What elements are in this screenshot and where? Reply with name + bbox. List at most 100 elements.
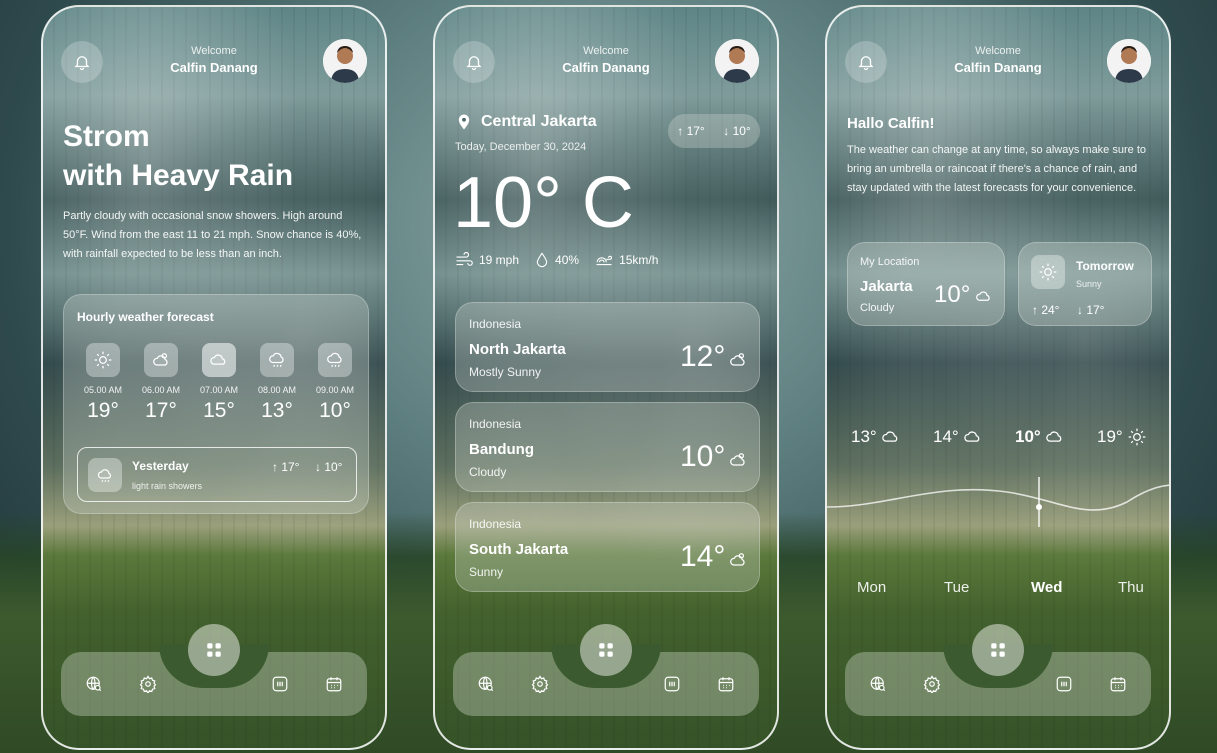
my-location-condition: Cloudy xyxy=(860,302,895,314)
top-bar: Welcome Calfin Danang xyxy=(845,39,1151,83)
city-condition: Cloudy xyxy=(469,465,507,479)
rain-cloud-icon xyxy=(267,350,287,370)
hourly-temp: 17° xyxy=(145,399,177,422)
hourly-temp: 15° xyxy=(203,399,235,422)
bottom-nav xyxy=(453,624,759,716)
calendar-icon xyxy=(325,675,343,693)
nav-calendar-button[interactable] xyxy=(323,673,345,695)
partly-cloudy-icon xyxy=(728,350,748,370)
tomorrow-low: ↓ 17° xyxy=(1077,303,1105,317)
hourly-item[interactable]: 07.00 AM 15° xyxy=(194,343,244,423)
city-name: Bandung xyxy=(469,441,534,458)
current-temperature: 10° C xyxy=(453,163,634,243)
welcome-label: Welcome xyxy=(583,45,629,57)
humidity-value: 40% xyxy=(555,253,580,267)
day-tab[interactable]: Tue xyxy=(944,579,969,596)
cloud-icon xyxy=(963,427,983,447)
nav-stats-button[interactable] xyxy=(1053,673,1075,695)
user-name: Calfin Danang xyxy=(562,60,650,75)
avatar[interactable] xyxy=(323,39,367,83)
gear-icon xyxy=(923,675,941,693)
top-bar: Welcome Calfin Danang xyxy=(61,39,367,83)
nav-settings-button[interactable] xyxy=(137,673,159,695)
tomorrow-label: Tomorrow xyxy=(1076,259,1134,273)
nav-home-button[interactable] xyxy=(188,624,240,676)
hourly-item[interactable]: 09.00 AM 10° xyxy=(310,343,360,423)
avatar[interactable] xyxy=(1107,39,1151,83)
nav-home-button[interactable] xyxy=(972,624,1024,676)
city-temp: 14° xyxy=(680,540,726,573)
avatar[interactable] xyxy=(715,39,759,83)
today-high: ↑ 17° xyxy=(677,124,705,138)
welcome-block: Welcome Calfin Danang xyxy=(453,45,759,75)
week-temp-item: 14° xyxy=(933,427,983,447)
yesterday-low: ↓ 10° xyxy=(315,460,343,474)
hourly-time: 05.00 AM xyxy=(83,385,123,395)
nav-globe-search-button[interactable] xyxy=(475,673,497,695)
bottom-nav xyxy=(845,624,1151,716)
phone-screen-3: Welcome Calfin Danang Hallo Calfin! The … xyxy=(825,5,1171,750)
week-temp-item: 19° xyxy=(1097,427,1147,447)
welcome-label: Welcome xyxy=(191,45,237,57)
welcome-block: Welcome Calfin Danang xyxy=(845,45,1151,75)
high-low-pill: ↑ 17° ↓ 10° xyxy=(668,114,760,148)
day-tab[interactable]: Thu xyxy=(1118,579,1144,596)
partly-cloudy-icon xyxy=(728,550,748,570)
welcome-block: Welcome Calfin Danang xyxy=(61,45,367,75)
wind-speed-value: 15km/h xyxy=(619,253,659,267)
nav-calendar-button[interactable] xyxy=(715,673,737,695)
partly-cloudy-icon xyxy=(151,350,171,370)
tomorrow-condition: Sunny xyxy=(1076,279,1102,289)
droplet-icon xyxy=(535,252,549,268)
nav-settings-button[interactable] xyxy=(529,673,551,695)
yesterday-subtitle: light rain showers xyxy=(132,481,203,491)
hourly-time: 07.00 AM xyxy=(199,385,239,395)
city-card[interactable]: Indonesia Bandung Cloudy 10° xyxy=(455,402,760,492)
nav-calendar-button[interactable] xyxy=(1107,673,1129,695)
city-card[interactable]: Indonesia South Jakarta Sunny 14° xyxy=(455,502,760,592)
city-condition: Sunny xyxy=(469,565,504,579)
week-temp: 13° xyxy=(851,427,877,446)
stats-icon xyxy=(271,675,289,693)
rain-cloud-icon xyxy=(96,466,114,484)
week-temp: 19° xyxy=(1097,427,1123,446)
nav-globe-search-button[interactable] xyxy=(867,673,889,695)
calendar-icon xyxy=(1109,675,1127,693)
week-temp: 14° xyxy=(933,427,959,446)
user-name: Calfin Danang xyxy=(954,60,1042,75)
hourly-item[interactable]: 05.00 AM 19° xyxy=(78,343,128,423)
cloud-icon xyxy=(1045,427,1065,447)
nav-home-button[interactable] xyxy=(580,624,632,676)
partly-cloudy-icon xyxy=(728,450,748,470)
my-location-city: Jakarta xyxy=(860,278,913,295)
day-tab[interactable]: Wed xyxy=(1031,579,1062,596)
hourly-time: 08.00 AM xyxy=(257,385,297,395)
location-pin-icon xyxy=(455,113,473,131)
my-location-label: My Location xyxy=(860,256,920,268)
hourly-temp: 19° xyxy=(87,399,119,422)
city-country: Indonesia xyxy=(469,517,522,531)
phone-screen-1: Welcome Calfin Danang Strom with Heavy R… xyxy=(41,5,387,750)
user-name: Calfin Danang xyxy=(170,60,258,75)
day-tab[interactable]: Mon xyxy=(857,579,886,596)
nav-stats-button[interactable] xyxy=(269,673,291,695)
city-card[interactable]: Indonesia North Jakarta Mostly Sunny 12° xyxy=(455,302,760,392)
hourly-item[interactable]: 08.00 AM 13° xyxy=(252,343,302,423)
nav-stats-button[interactable] xyxy=(661,673,683,695)
city-name: North Jakarta xyxy=(469,341,566,358)
top-bar: Welcome Calfin Danang xyxy=(453,39,759,83)
nav-settings-button[interactable] xyxy=(921,673,943,695)
nav-globe-search-button[interactable] xyxy=(83,673,105,695)
week-temp-item: 10° xyxy=(1015,427,1065,447)
tomorrow-icon-box xyxy=(1031,255,1065,289)
hourly-item[interactable]: 06.00 AM 17° xyxy=(136,343,186,423)
globe-search-icon xyxy=(85,675,103,693)
yesterday-card[interactable]: Yesterday light rain showers ↑ 17° ↓ 10° xyxy=(77,447,357,502)
hourly-icon-box xyxy=(86,343,120,377)
city-temp: 12° xyxy=(680,340,726,373)
my-location-temp: 10° xyxy=(934,281,971,308)
my-location-card[interactable]: My Location Jakarta Cloudy 10° xyxy=(847,242,1005,326)
cloud-icon xyxy=(975,287,993,303)
tomorrow-card[interactable]: Tomorrow Sunny ↑ 24° ↓ 17° xyxy=(1018,242,1152,326)
tomorrow-high: ↑ 24° xyxy=(1032,303,1060,317)
